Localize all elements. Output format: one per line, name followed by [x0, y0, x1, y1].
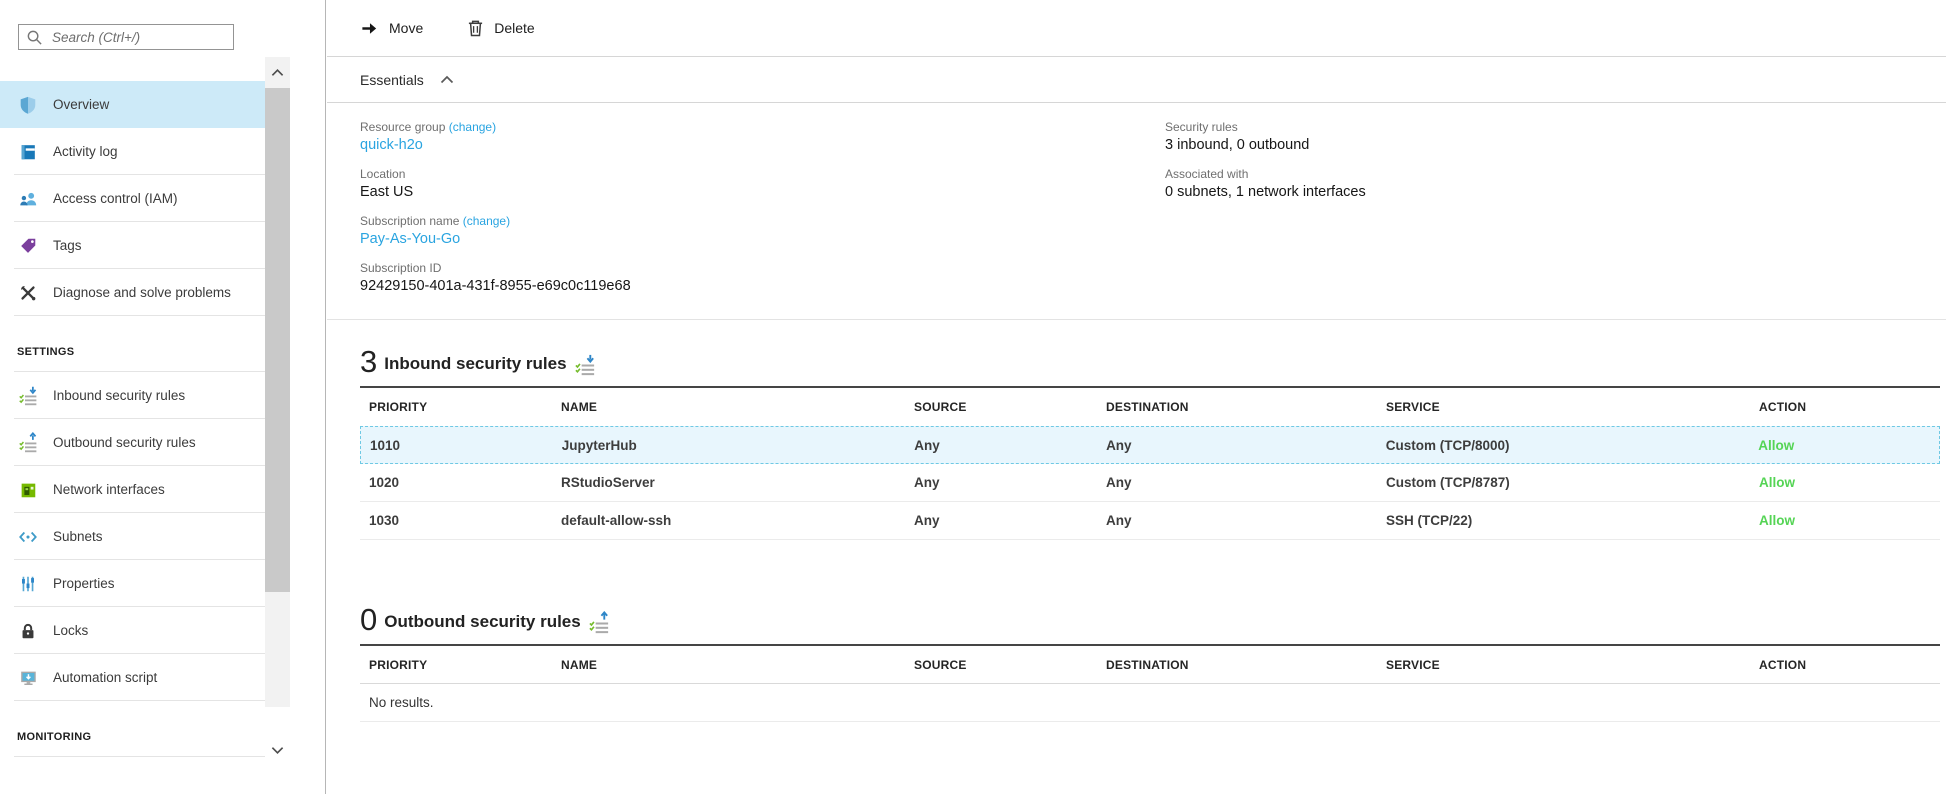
sidebar-item-label: Activity log: [53, 144, 118, 159]
change-resource-group-link[interactable]: (change): [449, 120, 496, 134]
network-interface-icon: [17, 479, 39, 501]
inbound-rules-table: PRIORITY NAME SOURCE DESTINATION SERVICE…: [360, 386, 1940, 540]
sidebar-item-overview[interactable]: Overview: [0, 81, 265, 128]
inbound-count: 3: [360, 346, 377, 377]
delete-button[interactable]: Delete: [467, 19, 534, 37]
sidebar-menu: Overview Activity log Access control (IA…: [0, 81, 265, 757]
automation-script-icon: [17, 667, 39, 689]
settings-section-header: SETTINGS: [0, 316, 265, 372]
sidebar-item-access-control[interactable]: Access control (IAM): [0, 175, 265, 222]
essentials-panel: Resource group (change) quick-h2o Locati…: [327, 103, 1946, 320]
change-subscription-link[interactable]: (change): [463, 214, 510, 228]
resource-group-field: Resource group (change) quick-h2o: [360, 120, 1165, 156]
sidebar: Overview Activity log Access control (IA…: [0, 0, 326, 794]
sidebar-item-label: Locks: [53, 623, 88, 638]
people-icon: [17, 188, 39, 210]
sidebar-item-label: Overview: [53, 97, 109, 112]
table-row[interactable]: 1020 RStudioServer Any Any Custom (TCP/8…: [360, 464, 1940, 502]
inbound-rules-icon: [574, 353, 597, 377]
essentials-toggle[interactable]: Essentials: [327, 57, 1946, 103]
activity-log-icon: [17, 141, 39, 163]
sidebar-item-subnets[interactable]: Subnets: [0, 513, 265, 560]
sidebar-scrollbar[interactable]: [265, 57, 290, 707]
outbound-table-header: PRIORITY NAME SOURCE DESTINATION SERVICE…: [360, 646, 1940, 684]
subscription-name-field: Subscription name (change) Pay-As-You-Go: [360, 214, 1165, 250]
sidebar-item-properties[interactable]: Properties: [0, 560, 265, 607]
trash-icon: [467, 19, 484, 37]
subscription-name-value-link[interactable]: Pay-As-You-Go: [360, 229, 1165, 250]
monitoring-section-header: MONITORING: [0, 701, 265, 757]
tools-icon: [17, 282, 39, 304]
subscription-id-field: Subscription ID 92429150-401a-431f-8955-…: [360, 261, 1165, 297]
chevron-up-icon: [440, 75, 454, 84]
location-field: Location East US: [360, 167, 1165, 203]
table-row[interactable]: 1030 default-allow-ssh Any Any SSH (TCP/…: [360, 502, 1940, 540]
table-row[interactable]: 1010 JupyterHub Any Any Custom (TCP/8000…: [360, 426, 1940, 464]
sidebar-item-tags[interactable]: Tags: [0, 222, 265, 269]
shield-icon: [17, 94, 39, 116]
sidebar-item-inbound-rules[interactable]: Inbound security rules: [0, 372, 265, 419]
sidebar-item-activity-log[interactable]: Activity log: [0, 128, 265, 175]
search-input[interactable]: [50, 29, 226, 46]
scrollbar-thumb[interactable]: [265, 88, 290, 592]
sidebar-item-label: Network interfaces: [53, 482, 165, 497]
sidebar-item-label: Properties: [53, 576, 115, 591]
outbound-section-title: 0 Outbound security rules: [360, 604, 1940, 635]
sidebar-item-label: Tags: [53, 238, 82, 253]
action-allow: Allow: [1750, 513, 1940, 528]
sliders-icon: [17, 573, 39, 595]
no-results-message: No results.: [360, 684, 1940, 722]
essentials-right-column: Security rules 3 inbound, 0 outbound Ass…: [1165, 120, 1946, 319]
toolbar: Move Delete: [327, 0, 1946, 57]
essentials-left-column: Resource group (change) quick-h2o Locati…: [360, 120, 1165, 319]
essentials-title: Essentials: [360, 72, 424, 88]
inbound-rules-section: 3 Inbound security rules PRIORITY NAME S…: [360, 346, 1940, 540]
main-content: Move Delete Essentials Resource group (c…: [327, 0, 1946, 794]
sidebar-item-label: Access control (IAM): [53, 191, 178, 206]
resource-group-value-link[interactable]: quick-h2o: [360, 135, 1165, 156]
sidebar-item-network-interfaces[interactable]: Network interfaces: [0, 466, 265, 513]
action-allow: Allow: [1749, 438, 1939, 453]
scroll-up-icon[interactable]: [265, 57, 290, 88]
sidebar-item-label: Automation script: [53, 670, 157, 685]
outbound-count: 0: [360, 604, 377, 635]
action-allow: Allow: [1750, 475, 1940, 490]
subnets-icon: [17, 526, 39, 548]
sidebar-item-locks[interactable]: Locks: [0, 607, 265, 654]
search-box[interactable]: [18, 24, 234, 50]
inbound-rules-icon: [17, 385, 39, 407]
move-arrow-icon: [360, 19, 379, 38]
sidebar-item-outbound-rules[interactable]: Outbound security rules: [0, 419, 265, 466]
sidebar-item-label: Inbound security rules: [53, 388, 185, 403]
sidebar-item-label: Subnets: [53, 529, 103, 544]
sidebar-item-label: Diagnose and solve problems: [53, 285, 231, 300]
tag-icon: [17, 235, 39, 257]
outbound-rules-table: PRIORITY NAME SOURCE DESTINATION SERVICE…: [360, 644, 1940, 722]
security-rules-field: Security rules 3 inbound, 0 outbound: [1165, 120, 1946, 156]
outbound-rules-section: 0 Outbound security rules PRIORITY NAME …: [360, 604, 1940, 722]
outbound-rules-icon: [588, 611, 611, 635]
sidebar-item-automation-script[interactable]: Automation script: [0, 654, 265, 701]
move-button[interactable]: Move: [360, 19, 423, 38]
inbound-table-header: PRIORITY NAME SOURCE DESTINATION SERVICE…: [360, 388, 1940, 426]
inbound-section-title: 3 Inbound security rules: [360, 346, 1940, 377]
sidebar-item-diagnose[interactable]: Diagnose and solve problems: [0, 269, 265, 316]
lock-icon: [17, 620, 39, 642]
search-icon: [26, 29, 43, 46]
associated-with-field: Associated with 0 subnets, 1 network int…: [1165, 167, 1946, 203]
sidebar-item-label: Outbound security rules: [53, 435, 196, 450]
scroll-down-icon[interactable]: [265, 735, 290, 765]
outbound-rules-icon: [17, 432, 39, 454]
